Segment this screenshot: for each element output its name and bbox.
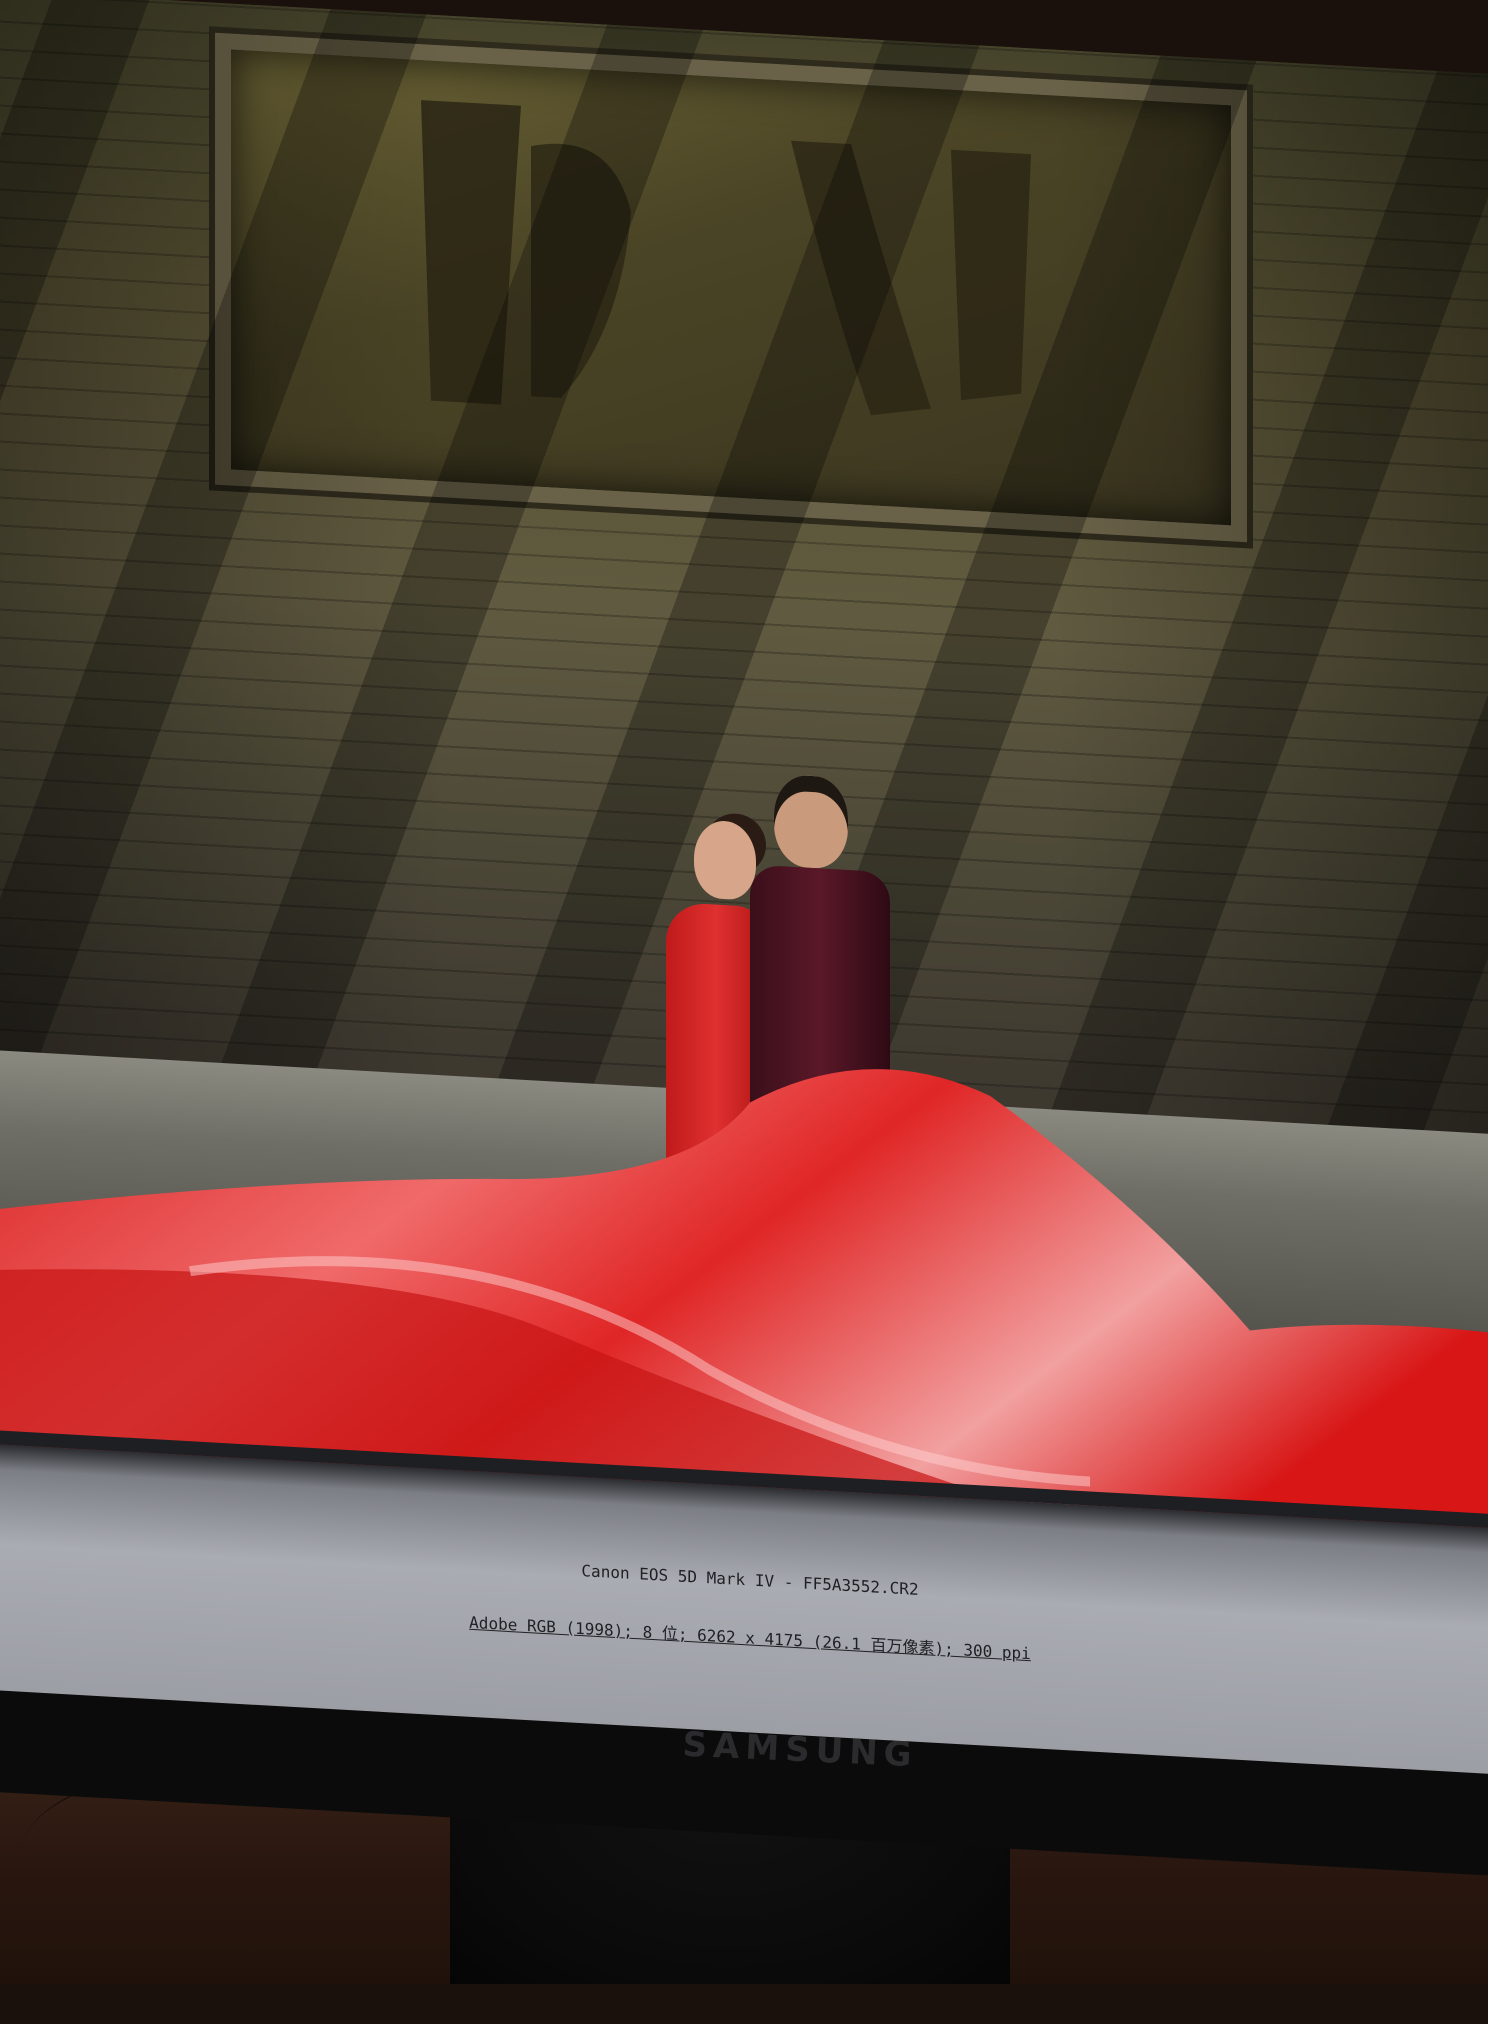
monitor-screen: Canon EOS 5D Mark IV - FF5A3552.CR2 Adob… [0,0,1488,1775]
photo-preview [0,0,1488,1605]
